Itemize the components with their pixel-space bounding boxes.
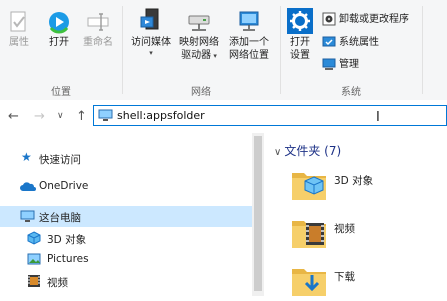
video-icon [28,275,40,287]
recent-locations-chevron-icon[interactable]: ∨ [57,111,64,121]
chevron-down-icon: ▾ [149,49,153,57]
video-folder-icon [292,221,326,248]
nav-item-label: 快速访问 [39,154,81,166]
computer-icon [98,109,113,121]
add-location-label-2: 网络位置 [229,50,269,61]
access-media-button[interactable]: 访问媒体 ▾ [128,8,174,57]
uninstall-icon [322,12,336,26]
manage-label: 管理 [339,59,359,70]
computer-icon [20,210,35,222]
open-button[interactable]: 打开 [44,10,74,49]
open-icon [49,12,69,34]
add-network-location-button[interactable]: 添加一个 网络位置 [224,8,274,62]
nav-item-this-pc[interactable]: 这台电脑 [0,206,252,227]
folder-label: 视频 [334,223,355,235]
access-media-label: 访问媒体 [131,37,171,48]
nav-item-onedrive[interactable]: OneDrive [0,176,252,197]
open-settings-label-2: 设置 [290,50,310,61]
folders-section-header[interactable]: ∨ 文件夹 (7) [274,142,341,159]
nav-item-label: 3D 对象 [47,234,87,246]
media-server-icon [140,8,159,30]
back-arrow-icon[interactable]: ← [8,109,19,124]
up-arrow-icon[interactable]: ↑ [76,109,87,124]
nav-item-label: 这台电脑 [39,212,81,224]
address-bar[interactable]: shell:appsfolder [93,105,447,126]
nav-scrollbar-thumb[interactable] [254,136,262,291]
ribbon: 属性 打开 重命名 位置 访问媒体 ▾ 映射网络 驱动器 ▾ 添加一个 网络位置… [0,0,447,101]
network-drive-icon [188,15,210,31]
3d-folder-icon [292,173,326,200]
group-label-network: 网络 [191,87,211,98]
nav-item-pictures[interactable]: Pictures [0,249,252,270]
properties-label: 属性 [9,37,29,48]
nav-item-videos[interactable]: 视频 [0,271,252,292]
folder-label: 3D 对象 [334,175,374,187]
group-separator [280,6,281,94]
3d-objects-icon [27,231,41,245]
navigation-pane: ★ 快速访问 OneDrive 这台电脑 3D 对象 Pictures 视频 [0,133,252,296]
content-pane: ∨ 文件夹 (7) 3D 对象 视频 下载 [264,133,447,296]
system-properties-icon [322,36,336,47]
map-network-drive-button[interactable]: 映射网络 驱动器 ▾ [176,8,222,63]
properties-icon [10,11,26,32]
nav-item-label: OneDrive [39,180,89,192]
network-location-icon [239,11,259,31]
nav-item-label: Pictures [47,253,89,265]
open-label: 打开 [49,37,69,48]
uninstall-program-button[interactable]: 卸载或更改程序 [322,12,409,27]
pictures-icon [27,253,41,265]
folder-item-videos[interactable]: 视频 [290,213,440,253]
folder-label: 下载 [334,271,355,283]
folder-item-downloads[interactable]: 下载 [290,261,440,301]
group-separator [422,6,423,94]
system-properties-label: 系统属性 [339,37,379,48]
rename-label: 重命名 [83,37,113,48]
gear-icon [287,8,313,34]
rename-icon [87,13,109,31]
nav-item-3d-objects[interactable]: 3D 对象 [0,228,252,249]
download-folder-icon [292,269,326,296]
text-cursor-icon: I [376,110,380,125]
forward-arrow-icon[interactable]: → [34,109,45,124]
address-input[interactable]: shell:appsfolder [117,109,205,122]
nav-item-quick-access[interactable]: ★ 快速访问 [0,148,252,169]
add-location-label-1: 添加一个 [229,37,269,48]
rename-button[interactable]: 重命名 [80,10,116,49]
open-settings-label-1: 打开 [290,37,310,48]
cloud-icon [20,182,36,191]
map-drive-label-1: 映射网络 [179,37,219,48]
group-label-system: 系统 [341,87,361,98]
star-icon: ★ [21,150,32,164]
group-label-location: 位置 [51,87,71,98]
section-title: 文件夹 (7) [284,144,342,158]
map-drive-label-2: 驱动器 [181,50,212,61]
nav-item-label: 视频 [47,277,68,289]
system-properties-button[interactable]: 系统属性 [322,35,379,50]
open-settings-button[interactable]: 打开 设置 [284,8,316,62]
manage-icon [322,58,336,70]
group-separator [122,6,123,94]
uninstall-label: 卸载或更改程序 [339,14,409,25]
chevron-down-icon: ∨ [274,147,282,158]
manage-button[interactable]: 管理 [322,57,359,72]
properties-button[interactable]: 属性 [4,10,34,49]
folder-item-3d-objects[interactable]: 3D 对象 [290,165,440,205]
chevron-down-icon: ▾ [211,52,217,60]
